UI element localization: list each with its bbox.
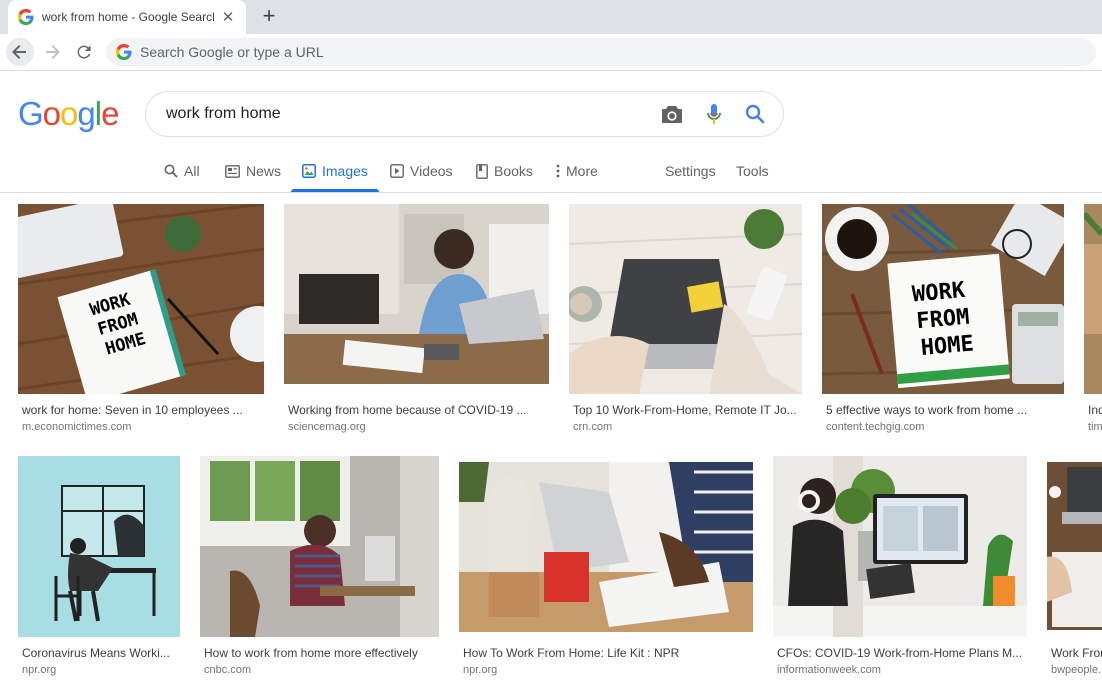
result-thumbnail[interactable] — [1047, 462, 1102, 630]
tab-all[interactable]: All — [164, 150, 200, 192]
image-result[interactable]: Work From bwpeople. — [1047, 462, 1102, 684]
image-result[interactable]: Working from home because of COVID-19 ..… — [284, 204, 549, 436]
address-bar[interactable]: Search Google or type a URL — [106, 38, 1096, 66]
result-thumbnail[interactable] — [18, 456, 180, 637]
result-caption[interactable]: CFOs: COVID-19 Work-from-Home Plans M... — [777, 646, 1023, 660]
result-thumbnail[interactable]: WORK FROM HOME — [18, 204, 264, 394]
logo-letter: e — [101, 95, 119, 132]
result-caption[interactable]: How to work from home more effectively — [204, 646, 435, 660]
result-caption[interactable]: Work From — [1051, 646, 1102, 660]
book-icon — [476, 163, 488, 179]
search-nav-tabs: All News Images Videos Books More Settin… — [0, 150, 1102, 193]
forward-button[interactable] — [38, 38, 66, 66]
result-source: cnbc.com — [204, 664, 252, 676]
result-source: npr.org — [22, 664, 57, 676]
new-tab-button[interactable]: + — [259, 5, 279, 27]
microphone-icon[interactable] — [702, 102, 726, 126]
result-source: informationweek.com — [777, 664, 881, 676]
arrow-right-icon — [46, 45, 60, 59]
result-thumbnail[interactable] — [569, 204, 802, 394]
result-source: content.techgig.com — [826, 421, 925, 433]
reload-button[interactable] — [70, 38, 98, 66]
tab-label: Tools — [736, 163, 769, 179]
thumb-text: WORK — [911, 278, 967, 308]
tab-close-icon[interactable]: ✕ — [220, 8, 236, 26]
tab-more[interactable]: More — [556, 150, 598, 192]
tab-label: News — [246, 163, 282, 179]
tab-label: Images — [322, 163, 368, 179]
result-caption[interactable]: Working from home because of COVID-19 ..… — [288, 403, 545, 417]
result-source: npr.org — [463, 664, 498, 676]
tab-label: All — [184, 163, 200, 179]
tab-label: More — [566, 163, 598, 179]
logo-letter: o — [60, 95, 78, 132]
news-icon — [225, 164, 240, 178]
logo-letter: G — [18, 95, 44, 132]
thumb-text: HOME — [920, 331, 975, 361]
logo-letter: o — [42, 95, 61, 132]
result-thumbnail[interactable] — [773, 456, 1027, 637]
logo-letter: g — [77, 95, 95, 132]
image-result[interactable]: Coronavirus Means Worki... npr.org — [18, 456, 180, 684]
google-favicon-icon — [18, 9, 34, 25]
google-logo[interactable]: Google — [18, 95, 119, 133]
result-thumbnail[interactable] — [200, 456, 439, 637]
search-box[interactable]: work from home — [145, 91, 784, 137]
address-placeholder: Search Google or type a URL — [140, 44, 324, 60]
result-caption[interactable]: Top 10 Work-From-Home, Remote IT Jo... — [573, 403, 798, 417]
result-source: crn.com — [573, 421, 613, 433]
image-result[interactable]: WORK FROM HOME work for home: Seven in 1… — [18, 204, 264, 436]
result-caption[interactable]: Ind — [1088, 403, 1102, 417]
image-result[interactable]: CFOs: COVID-19 Work-from-Home Plans M...… — [773, 456, 1027, 684]
tab-title: work from home - Google Search — [42, 10, 214, 24]
camera-icon[interactable] — [660, 102, 684, 126]
result-caption[interactable]: 5 effective ways to work from home ... — [826, 403, 1060, 417]
tab-label: Settings — [665, 163, 716, 179]
image-result[interactable]: Ind tim — [1084, 204, 1102, 436]
tab-news[interactable]: News — [225, 150, 281, 192]
tab-videos[interactable]: Videos — [390, 150, 453, 192]
result-thumbnail[interactable] — [1084, 204, 1102, 394]
reload-icon — [77, 45, 91, 59]
back-button[interactable] — [6, 38, 34, 66]
browser-toolbar: Search Google or type a URL — [0, 34, 1102, 71]
tab-tools[interactable]: Tools — [736, 150, 769, 192]
result-caption[interactable]: How To Work From Home: Life Kit : NPR — [463, 646, 749, 660]
search-input[interactable]: work from home — [166, 105, 281, 123]
tab-books[interactable]: Books — [476, 150, 533, 192]
result-caption[interactable]: Coronavirus Means Worki... — [22, 646, 176, 660]
thumb-text: FROM — [915, 305, 970, 335]
browser-tab[interactable]: work from home - Google Search ✕ — [8, 0, 246, 34]
result-thumbnail[interactable] — [284, 204, 549, 384]
result-thumbnail[interactable] — [459, 462, 753, 632]
arrow-left-icon — [12, 45, 26, 59]
result-thumbnail[interactable]: WORK FROM HOME — [822, 204, 1064, 394]
tab-strip: work from home - Google Search ✕ + — [0, 0, 1102, 34]
result-source: tim — [1088, 421, 1102, 433]
result-source: bwpeople. — [1051, 664, 1102, 676]
result-caption[interactable]: work for home: Seven in 10 employees ... — [22, 403, 260, 417]
search-icon[interactable] — [743, 102, 767, 126]
result-source: m.economictimes.com — [22, 421, 132, 433]
more-dots-icon — [556, 164, 560, 178]
image-icon — [302, 164, 316, 178]
tab-images[interactable]: Images — [291, 150, 379, 192]
image-result[interactable]: WORK FROM HOME 5 effective ways to work … — [822, 204, 1064, 436]
result-source: sciencemag.org — [288, 421, 366, 433]
tab-label: Videos — [410, 163, 453, 179]
video-icon — [390, 164, 404, 178]
search-icon — [164, 164, 178, 178]
tab-settings[interactable]: Settings — [665, 150, 716, 192]
image-result[interactable]: Top 10 Work-From-Home, Remote IT Jo... c… — [569, 204, 802, 436]
image-result[interactable]: How To Work From Home: Life Kit : NPR np… — [459, 456, 753, 684]
tab-label: Books — [494, 163, 533, 179]
google-g-icon — [116, 44, 132, 60]
image-result[interactable]: How to work from home more effectively c… — [200, 456, 439, 684]
